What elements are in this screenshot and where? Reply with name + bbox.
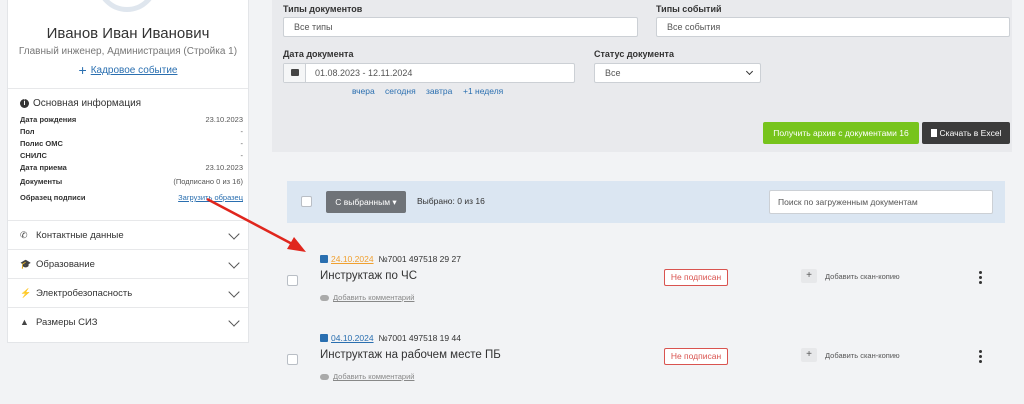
add-comment-link[interactable]: Добавить комментарий <box>320 293 414 302</box>
info-row-signature: Образец подписи Загрузить образец <box>20 192 243 204</box>
employee-card: Иванов Иван Иванович Главный инженер, Ад… <box>7 0 249 343</box>
chevron-down-icon <box>228 315 240 327</box>
document-date[interactable]: 04.10.2024 <box>331 333 374 343</box>
document-icon <box>930 129 937 137</box>
phone-icon: ✆ <box>20 229 28 240</box>
basic-info-title: Основная информация <box>33 98 142 109</box>
upload-signature-link[interactable]: Загрузить образец <box>178 192 243 204</box>
document-number: №7001 497518 19 44 <box>378 333 461 343</box>
plus-icon: + <box>801 269 817 283</box>
info-row-documents: Документы (Подписано 0 из 16) <box>20 177 243 186</box>
employee-name: Иванов Иван Иванович <box>46 25 210 42</box>
accordion-ppe-sizes[interactable]: ▲ Размеры СИЗ <box>8 307 248 336</box>
plus-icon: + <box>78 62 87 78</box>
filter-panel: Типы документов Все типы Типы событий Вс… <box>272 0 1012 152</box>
info-row-gender: Пол - <box>20 127 243 136</box>
chevron-down-icon <box>228 228 240 240</box>
document-title[interactable]: Инструктаж на рабочем месте ПБ <box>320 349 501 361</box>
status-select[interactable]: Все <box>594 63 761 83</box>
hr-event-link[interactable]: Кадровое событие <box>91 65 178 76</box>
export-excel-button[interactable]: Скачать в Excel <box>922 122 1010 144</box>
chevron-down-icon <box>228 257 240 269</box>
document-number: №7001 497518 29 27 <box>378 254 461 264</box>
info-row-hire-date: Дата приема 23.10.2023 <box>20 163 243 172</box>
lightning-icon: ⚡ <box>20 287 32 298</box>
document-meta: 04.10.2024 №7001 497518 19 44 <box>320 333 461 343</box>
selected-count: Выбрано: 0 из 16 <box>417 196 485 206</box>
event-types-label: Типы событий <box>656 4 722 14</box>
status-badge: Не подписан <box>664 348 728 365</box>
status-select-value: Все <box>605 68 621 78</box>
chevron-down-icon <box>228 286 240 298</box>
date-label: Дата документа <box>283 49 354 59</box>
hr-event-action[interactable]: + Кадровое событие <box>8 62 248 78</box>
document-checkbox[interactable] <box>287 354 298 365</box>
document-date[interactable]: 24.10.2024 <box>331 254 374 264</box>
accordion-education[interactable]: 🎓 Образование <box>8 249 248 278</box>
doc-types-input[interactable]: Все типы <box>283 17 638 37</box>
document-item: 24.10.2024 №7001 497518 29 27 Инструктаж… <box>287 246 1005 316</box>
export-excel-label: Скачать в Excel <box>939 128 1002 138</box>
more-menu-icon[interactable] <box>979 271 983 286</box>
info-row-oms: Полис ОМС - <box>20 139 243 148</box>
accordion-electrical-safety[interactable]: ⚡ Электробезопасность <box>8 278 248 307</box>
documents-toolbar: С выбранным ▾ Выбрано: 0 из 16 Поиск по … <box>287 181 1005 223</box>
add-scan-button[interactable]: + Добавить скан-копию <box>801 348 900 362</box>
info-row-snils: СНИЛС - <box>20 151 243 160</box>
document-search-input[interactable]: Поиск по загруженным документам <box>769 190 993 214</box>
accordion-contacts[interactable]: ✆ Контактные данные <box>8 220 248 249</box>
bulk-actions-button[interactable]: С выбранным ▾ <box>326 191 406 213</box>
divider <box>8 88 248 89</box>
get-archive-button[interactable]: Получить архив с документами 16 <box>763 122 919 144</box>
document-checkbox[interactable] <box>287 275 298 286</box>
add-scan-button[interactable]: + Добавить скан-копию <box>801 269 900 283</box>
quick-date-yesterday[interactable]: вчера <box>352 86 375 96</box>
event-types-input[interactable]: Все события <box>656 17 1010 37</box>
status-label: Статус документа <box>594 49 674 59</box>
document-title[interactable]: Инструктаж по ЧС <box>320 270 417 282</box>
add-comment-link[interactable]: Добавить комментарий <box>320 372 414 381</box>
status-badge: Не подписан <box>664 269 728 286</box>
info-icon: i <box>20 99 29 108</box>
more-menu-icon[interactable] <box>979 350 983 365</box>
employee-position: Главный инженер, Администрация (Стройка … <box>18 46 238 57</box>
calendar-button[interactable] <box>284 64 306 82</box>
avatar <box>96 0 158 12</box>
ppe-icon: ▲ <box>20 317 29 327</box>
chevron-down-icon <box>745 67 754 76</box>
calendar-icon <box>320 334 328 342</box>
document-item: 04.10.2024 №7001 497518 19 44 Инструктаж… <box>287 325 1005 395</box>
doc-types-label: Типы документов <box>283 4 363 14</box>
comment-icon <box>320 373 329 380</box>
date-range-input[interactable]: 01.08.2023 - 12.11.2024 <box>283 63 575 83</box>
document-meta: 24.10.2024 №7001 497518 29 27 <box>320 254 461 264</box>
accordion-label: Размеры СИЗ <box>36 316 98 328</box>
plus-icon: + <box>801 348 817 362</box>
calendar-icon <box>320 255 328 263</box>
select-all-checkbox[interactable] <box>301 196 312 207</box>
accordion-label: Контактные данные <box>36 229 124 241</box>
basic-info-header: i Основная информация <box>20 98 141 109</box>
info-row-birth-date: Дата рождения 23.10.2023 <box>20 115 243 124</box>
comment-icon <box>320 294 329 301</box>
calendar-icon <box>291 69 299 76</box>
date-range-value: 01.08.2023 - 12.11.2024 <box>315 68 413 78</box>
accordion-label: Образование <box>36 258 95 270</box>
quick-date-tomorrow[interactable]: завтра <box>426 86 452 96</box>
quick-date-plus-week[interactable]: +1 неделя <box>463 86 503 96</box>
graduation-cap-icon: 🎓 <box>20 258 32 269</box>
accordion-label: Электробезопасность <box>36 287 133 299</box>
quick-date-today[interactable]: сегодня <box>385 86 416 96</box>
